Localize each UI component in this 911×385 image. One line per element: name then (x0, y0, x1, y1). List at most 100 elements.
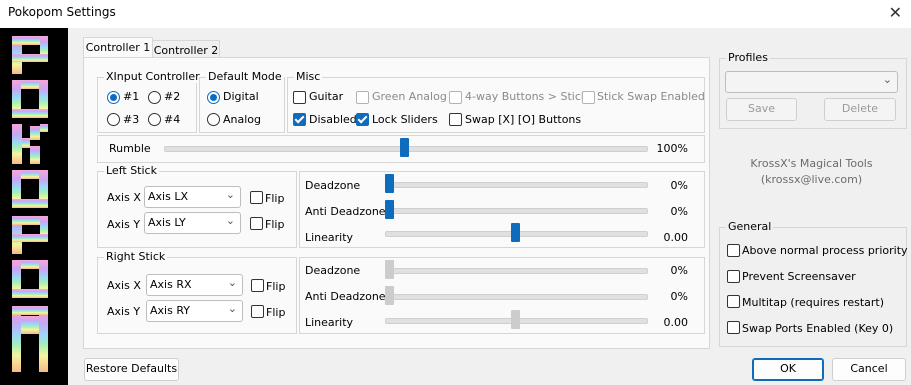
xinput-radio-3[interactable] (107, 113, 120, 126)
lock-sliders-checkbox[interactable] (356, 113, 369, 126)
left-axis-x-value: Axis LX (148, 190, 188, 203)
right-y-flip-checkbox[interactable] (251, 305, 264, 318)
swap-buttons-checkbox[interactable] (449, 113, 462, 126)
left-x-flip-label: Flip (265, 192, 285, 205)
ok-button[interactable]: OK (752, 358, 824, 381)
stick-swap-label: Stick Swap Enabled (597, 90, 705, 103)
right-linearity-value: 0.00 (663, 316, 689, 329)
left-y-flip-label: Flip (265, 218, 285, 231)
right-anti-deadzone-value: 0% (670, 290, 688, 303)
xinput-label-4: #4 (164, 113, 181, 126)
right-deadzone-label: Deadzone (305, 264, 361, 277)
right-deadzone-track[interactable] (385, 268, 648, 274)
left-anti-deadzone-value: 0% (670, 205, 688, 218)
general-title: General (726, 220, 774, 233)
right-linearity-thumb[interactable] (511, 310, 520, 329)
above-normal-priority-label: Above normal process priority (742, 244, 908, 257)
mode-radio-digital[interactable] (207, 91, 220, 104)
profiles-select[interactable]: ⌄ (725, 71, 898, 93)
chevron-down-icon: ⌄ (882, 73, 892, 86)
left-deadzone-label: Deadzone (305, 179, 361, 192)
prevent-screensaver-checkbox[interactable] (727, 270, 740, 283)
left-x-flip-checkbox[interactable] (250, 191, 263, 204)
profiles-title: Profiles (726, 51, 770, 64)
mode-label-analog: Analog (223, 113, 262, 126)
disabled-checkbox[interactable] (293, 113, 306, 126)
xinput-group-title: XInput Controller (104, 70, 202, 83)
left-anti-deadzone-thumb[interactable] (385, 200, 394, 219)
right-deadzone-thumb[interactable] (385, 260, 394, 279)
right-axis-y-select[interactable]: Axis RY ⌄ (146, 300, 243, 322)
left-linearity-thumb[interactable] (511, 223, 520, 242)
right-x-flip-checkbox[interactable] (251, 279, 264, 292)
swap-ports-label: Swap Ports Enabled (Key 0) (742, 322, 894, 335)
guitar-label: Guitar (309, 90, 344, 103)
left-deadzone-value: 0% (670, 179, 688, 192)
right-anti-deadzone-label: Anti Deadzone (305, 290, 386, 303)
right-anti-deadzone-track[interactable] (385, 294, 648, 300)
credits-line-2: (krossx@live.com) (760, 173, 863, 186)
chevron-down-icon: ⌄ (227, 276, 237, 289)
right-stick-title: Right Stick (104, 250, 168, 263)
xinput-radio-4[interactable] (148, 113, 161, 126)
left-stick-group: Left Stick (97, 164, 297, 248)
left-anti-deadzone-track[interactable] (385, 208, 648, 214)
multitap-checkbox[interactable] (727, 295, 740, 308)
guitar-checkbox[interactable] (293, 91, 306, 104)
left-axis-x-select[interactable]: Axis LX ⌄ (144, 186, 241, 208)
chevron-down-icon: ⌄ (225, 188, 235, 201)
window-title: Pokopom Settings (8, 5, 116, 19)
close-icon[interactable]: ✕ (889, 3, 902, 22)
green-analog-label: Green Analog (372, 90, 447, 103)
left-deadzone-thumb[interactable] (385, 174, 394, 193)
cancel-button[interactable]: Cancel (832, 358, 906, 381)
left-y-flip-checkbox[interactable] (250, 217, 263, 230)
stick-swap-checkbox[interactable] (582, 91, 595, 104)
chevron-down-icon: ⌄ (227, 302, 237, 315)
pokopom-logo (0, 28, 68, 385)
prevent-screensaver-label: Prevent Screensaver (742, 270, 856, 283)
xinput-label-1: #1 (123, 90, 140, 103)
xinput-radio-2[interactable] (148, 91, 161, 104)
left-axis-y-label: Axis Y (107, 218, 141, 231)
right-axis-x-select[interactable]: Axis RX ⌄ (146, 274, 243, 296)
credits-line-1: KrossX's Magical Tools (750, 157, 873, 170)
title-bar: Pokopom Settings ✕ (0, 0, 911, 28)
xinput-radio-1[interactable] (107, 91, 120, 104)
right-anti-deadzone-thumb[interactable] (385, 286, 394, 305)
left-axis-x-label: Axis X (107, 191, 141, 204)
right-axis-x-value: Axis RX (150, 278, 192, 291)
swap-buttons-label: Swap [X] [O] Buttons (465, 113, 582, 126)
xinput-label-3: #3 (123, 113, 140, 126)
delete-button[interactable]: Delete (824, 98, 896, 121)
left-deadzone-track[interactable] (385, 182, 648, 188)
swap-ports-checkbox[interactable] (727, 321, 740, 334)
left-axis-y-value: Axis LY (148, 216, 186, 229)
save-button[interactable]: Save (726, 98, 797, 121)
xinput-label-2: #2 (164, 90, 181, 103)
four-way-checkbox[interactable] (449, 91, 462, 104)
left-axis-y-select[interactable]: Axis LY ⌄ (144, 212, 241, 234)
default-mode-title: Default Mode (206, 70, 284, 83)
rumble-value: 100% (656, 142, 688, 155)
multitap-label: Multitap (requires restart) (742, 296, 885, 309)
chevron-down-icon: ⌄ (225, 214, 235, 227)
right-axis-x-label: Axis X (107, 279, 141, 292)
right-axis-y-label: Axis Y (107, 305, 141, 318)
restore-defaults-button[interactable]: Restore Defaults (84, 358, 179, 381)
lock-sliders-label: Lock Sliders (372, 113, 438, 126)
above-normal-priority-checkbox[interactable] (727, 244, 740, 257)
left-linearity-label: Linearity (305, 231, 354, 244)
disabled-label: Disabled (309, 113, 357, 126)
misc-title: Misc (294, 70, 323, 83)
left-linearity-value: 0.00 (663, 231, 689, 244)
rumble-slider-thumb[interactable] (400, 138, 409, 157)
mode-radio-analog[interactable] (207, 113, 220, 126)
mode-label-digital: Digital (223, 90, 259, 103)
right-x-flip-label: Flip (266, 280, 286, 293)
four-way-label: 4-way Buttons > Stick (465, 90, 588, 103)
right-y-flip-label: Flip (266, 306, 286, 319)
left-stick-title: Left Stick (104, 164, 159, 177)
right-deadzone-value: 0% (670, 264, 688, 277)
green-analog-checkbox[interactable] (356, 91, 369, 104)
